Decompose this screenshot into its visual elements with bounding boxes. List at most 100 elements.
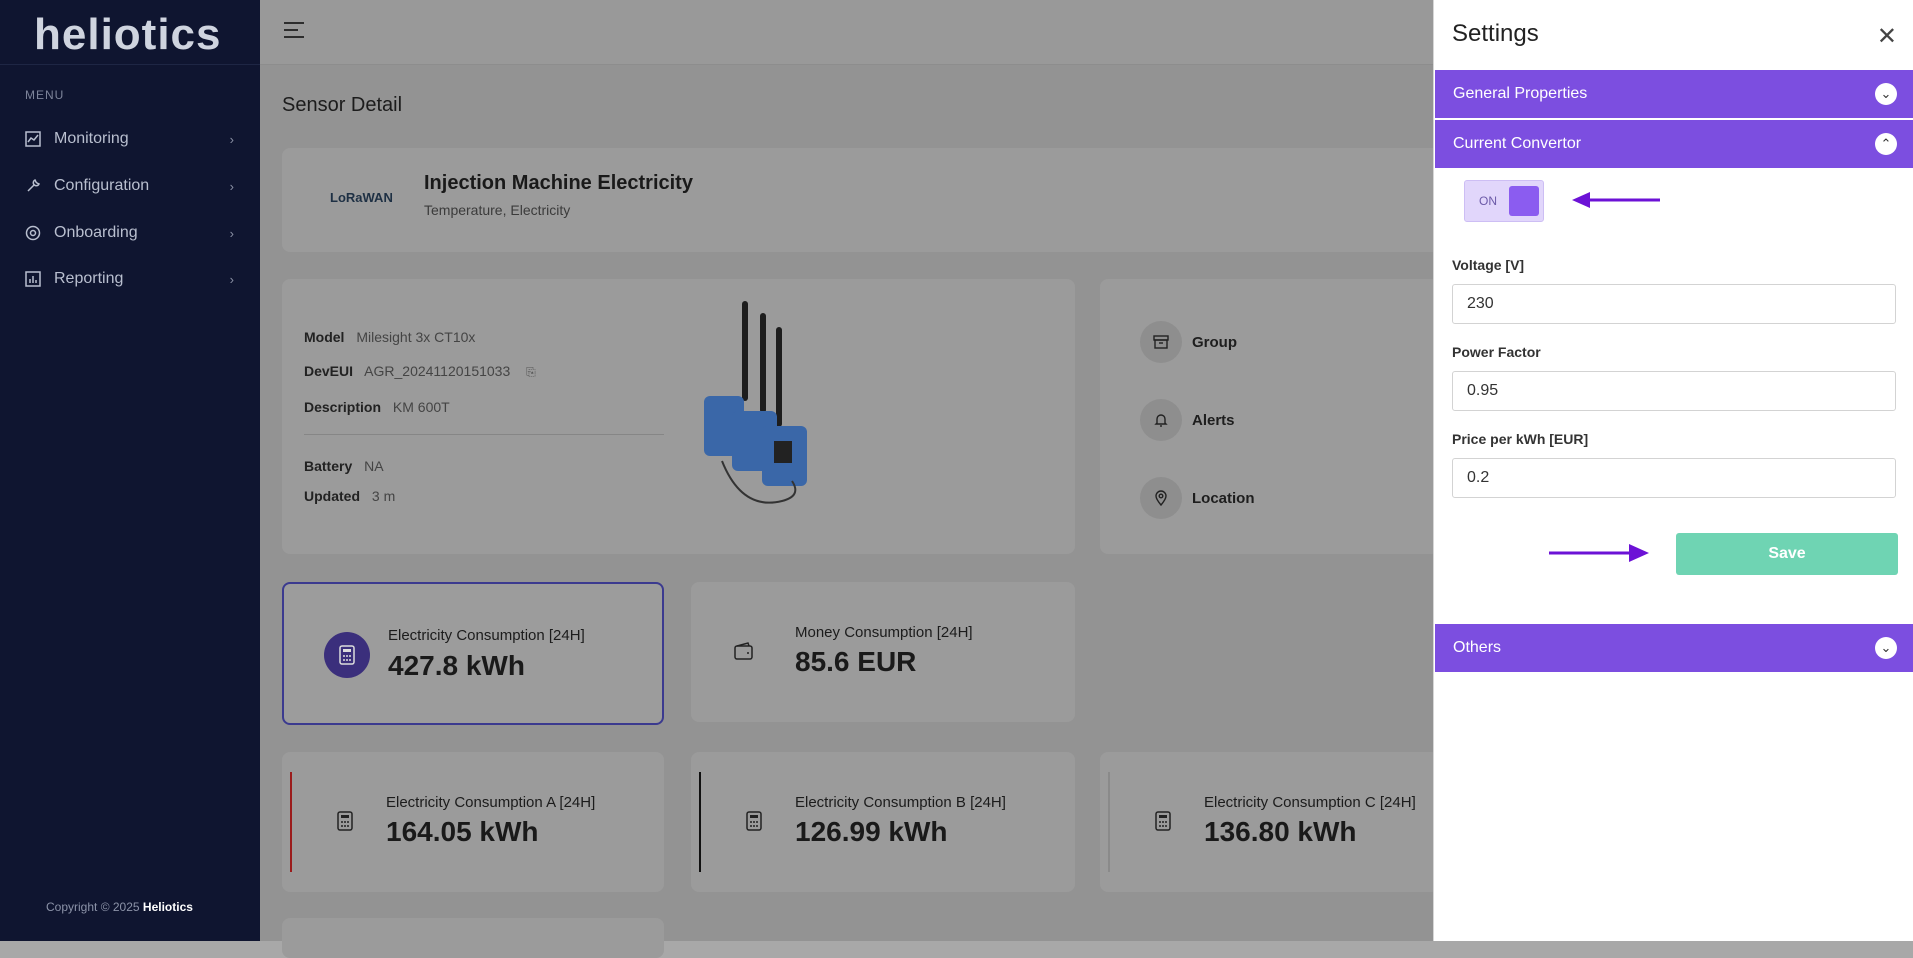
sidebar-item-label: Reporting (54, 270, 124, 287)
chevron-up-icon[interactable]: ⌃ (1875, 133, 1897, 155)
calculator-icon (324, 632, 370, 678)
stat-value: 164.05 kWh (386, 816, 539, 847)
electricity-consumption-card[interactable]: Electricity Consumption [24H] 427.8 kWh (282, 582, 664, 725)
battery-value: NA (364, 458, 384, 474)
stat-value: 85.6 EUR (795, 646, 917, 677)
phase-a-card[interactable]: Electricity Consumption A [24H] 164.05 k… (282, 752, 664, 892)
device-name: Injection Machine Electricity (424, 172, 693, 194)
stat-value: 136.80 kWh (1204, 816, 1357, 847)
main-content: Sensor Detail LoRaWAN Injection Machine … (260, 0, 1442, 958)
voltage-input[interactable] (1452, 284, 1896, 324)
copy-icon[interactable]: ⎘ (526, 365, 536, 379)
deveui-value: AGR_20241120151033 (364, 363, 511, 379)
stat-label: Money Consumption [24H] (795, 624, 973, 641)
stat-label: Electricity Consumption [24H] (388, 627, 585, 644)
toggle-label: ON (1479, 194, 1497, 208)
hamburger-menu-icon[interactable] (284, 22, 304, 43)
sidebar-item-reporting[interactable]: Reporting › (24, 264, 234, 294)
group-link[interactable]: Group (1140, 321, 1237, 363)
calculator-icon (1140, 798, 1186, 844)
page-title: Sensor Detail (282, 94, 403, 116)
chevron-right-icon: › (229, 225, 234, 241)
alerts-link[interactable]: Alerts (1140, 399, 1235, 441)
power-factor-label: Power Factor (1452, 344, 1541, 360)
sidebar-item-label: Monitoring (54, 130, 129, 147)
sidebar-item-label: Onboarding (54, 224, 138, 241)
chevron-right-icon: › (229, 271, 234, 287)
money-consumption-card[interactable]: Money Consumption [24H] 85.6 EUR (691, 582, 1075, 722)
settings-title: Settings (1452, 20, 1539, 47)
others-header[interactable]: Others ⌄ (1435, 624, 1913, 672)
calculator-icon (731, 798, 777, 844)
location-label: Location (1192, 489, 1255, 507)
menu-title: MENU (25, 88, 65, 102)
model-label: Model (304, 329, 345, 345)
general-properties-header[interactable]: General Properties ⌄ (1435, 70, 1913, 118)
stat-label: Electricity Consumption C [24H] (1204, 794, 1416, 811)
lorawan-logo: LoRaWAN (330, 190, 393, 205)
voltage-label: Voltage [V] (1452, 257, 1525, 273)
stat-value: 427.8 kWh (388, 650, 525, 681)
brand-logo[interactable]: heliotics (34, 10, 222, 60)
wallet-icon (721, 628, 767, 674)
description-row: Description KM 600T (304, 399, 450, 415)
section-label: Others (1453, 639, 1502, 656)
updated-label: Updated (304, 488, 360, 504)
device-types: Temperature, Electricity (424, 202, 571, 218)
chevron-right-icon: › (229, 178, 234, 194)
chevron-down-icon[interactable]: ⌄ (1875, 83, 1897, 105)
deveui-label: DevEUI (304, 363, 354, 379)
device-info-card: Model Milesight 3x CT10x DevEUI AGR_2024… (282, 279, 1075, 554)
updated-value: 3 m (371, 488, 396, 504)
description-value: KM 600T (392, 399, 450, 415)
save-button[interactable]: Save (1676, 533, 1898, 575)
price-label: Price per kWh [EUR] (1452, 431, 1589, 447)
price-input[interactable] (1452, 458, 1896, 498)
stat-value: 126.99 kWh (795, 816, 948, 847)
info-divider (304, 434, 664, 435)
sidebar-item-onboarding[interactable]: Onboarding › (24, 218, 234, 248)
chevron-right-icon: › (229, 131, 234, 147)
deveui-row: DevEUI AGR_20241120151033 ⎘ (304, 363, 536, 380)
sidebar-item-monitoring[interactable]: Monitoring › (24, 124, 234, 154)
sidebar-item-label: Configuration (54, 177, 150, 194)
topbar (260, 0, 1433, 65)
arrow-left-icon (1572, 192, 1660, 208)
logo-divider (0, 64, 260, 65)
toggle-knob (1509, 186, 1539, 216)
archive-icon (1140, 321, 1182, 363)
pin-icon (1140, 477, 1182, 519)
current-convertor-toggle[interactable]: ON (1464, 180, 1544, 222)
copyright-brand: Heliotics (142, 900, 193, 914)
device-actions-card: Group Alerts Location (1100, 279, 1440, 554)
sidebar-item-configuration[interactable]: Configuration › (24, 171, 234, 201)
alerts-label: Alerts (1192, 411, 1235, 429)
device-header-card: LoRaWAN Injection Machine Electricity Te… (282, 148, 1442, 252)
stat-label: Electricity Consumption B [24H] (795, 794, 1006, 811)
sidebar: heliotics MENU Monitoring › Configuratio… (0, 0, 260, 941)
battery-row: Battery NA (304, 458, 384, 474)
copyright: Copyright © 2025 Heliotics (46, 900, 193, 914)
section-label: General Properties (1453, 85, 1588, 102)
report-icon (24, 270, 42, 288)
arrow-right-icon (1549, 544, 1649, 562)
current-convertor-header[interactable]: Current Convertor ⌃ (1435, 120, 1913, 168)
phase-c-bar (1108, 772, 1110, 872)
wrench-icon (24, 177, 42, 195)
battery-label: Battery (304, 458, 353, 474)
close-icon[interactable]: ✕ (1877, 22, 1897, 51)
phase-a-bar (290, 772, 292, 872)
description-label: Description (304, 399, 382, 415)
group-label: Group (1192, 333, 1237, 351)
onboarding-icon (24, 224, 42, 242)
location-link[interactable]: Location (1140, 477, 1255, 519)
settings-panel: Settings ✕ General Properties ⌄ Current … (1433, 0, 1913, 941)
updated-row: Updated 3 m (304, 488, 395, 504)
phase-c-card[interactable]: Electricity Consumption C [24H] 136.80 k… (1100, 752, 1440, 892)
power-factor-input[interactable] (1452, 371, 1896, 411)
model-row: Model Milesight 3x CT10x (304, 329, 475, 345)
phase-b-bar (699, 772, 701, 872)
chevron-down-icon[interactable]: ⌄ (1875, 637, 1897, 659)
phase-b-card[interactable]: Electricity Consumption B [24H] 126.99 k… (691, 752, 1075, 892)
model-value: Milesight 3x CT10x (356, 329, 476, 345)
